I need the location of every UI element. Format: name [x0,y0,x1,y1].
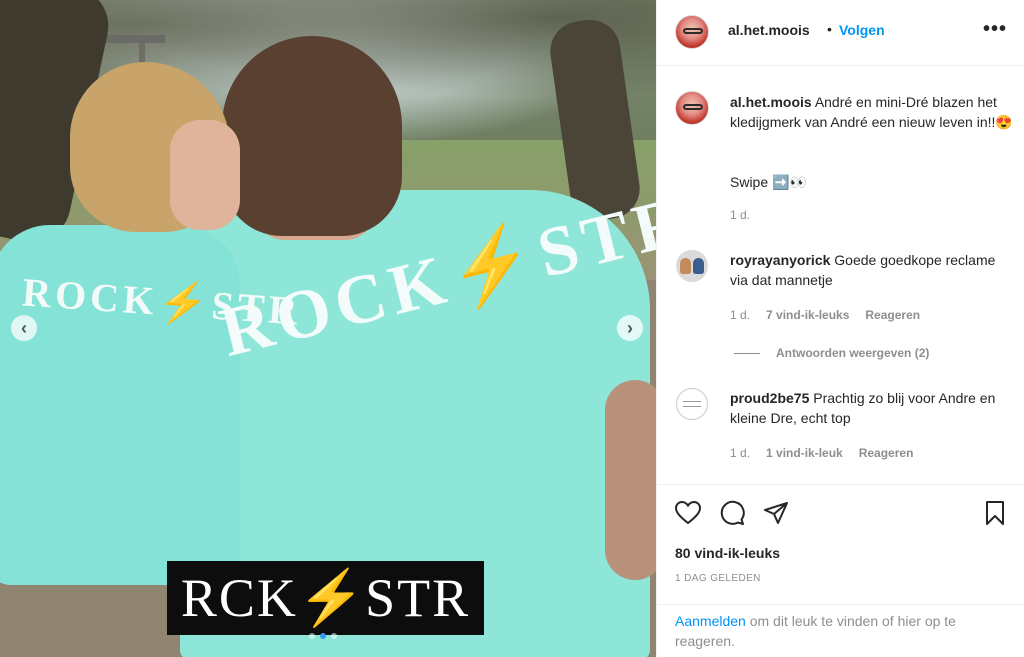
caption-username[interactable]: al.het.moois [730,94,812,110]
commenter-avatar[interactable] [676,250,708,282]
comment-meta: 1 d. 1 vind-ik-leuk Reageren [730,446,913,460]
comment-text: royrayanyorick Goede goedkope reclame vi… [730,250,1015,290]
reply-button[interactable]: Reageren [859,446,914,460]
post-side-panel: al.het.moois • Volgen ••• al.het.moois A… [656,0,1024,657]
comment-meta: 1 d. 7 vind-ik-leuks Reageren [730,308,920,322]
reply-button[interactable]: Reageren [865,308,920,322]
comment-time[interactable]: 1 d. [730,446,750,460]
bookmark-icon[interactable] [981,499,1009,527]
carousel-prev-button[interactable]: ‹ [11,315,37,341]
man-arm [605,380,656,580]
boy-face [170,120,240,230]
login-link[interactable]: Aanmelden [675,613,746,629]
caption-text: al.het.moois André en mini-Dré blazen he… [730,92,1015,132]
brand-logo-right: STR [365,568,471,628]
chevron-right-icon: › [627,317,633,338]
chevron-left-icon: ‹ [21,317,27,338]
replies-line [734,352,760,354]
separator-dot: • [827,21,832,37]
man-hair [222,36,402,236]
comment-icon[interactable] [718,499,746,527]
comment-username[interactable]: royrayanyorick [730,252,830,268]
carousel-indicator [309,633,337,639]
comment-username[interactable]: proud2be75 [730,390,809,406]
likes-count[interactable]: 80 vind-ik-leuks [675,545,780,561]
view-replies-button[interactable]: Antwoorden weergeven (2) [734,346,929,360]
brand-logo-overlay: RCK ⚡ STR [167,561,484,635]
caption-meta: 1 d. [730,208,750,222]
caption-swipe: Swipe ➡️👀 [730,174,807,190]
carousel-dot [331,633,337,639]
post-photo[interactable]: ROCK⚡STR ROCK⚡STR RCK ⚡ STR ‹ › [0,0,656,657]
lightning-bolt-icon: ⚡ [297,567,366,628]
post-timestamp[interactable]: 1 DAG GELEDEN [675,573,761,584]
caption-time[interactable]: 1 d. [730,208,750,222]
author-avatar[interactable] [675,15,709,49]
login-prompt: Aanmelden om dit leuk te vinden of hier … [657,604,1024,657]
view-replies-label: Antwoorden weergeven (2) [776,346,930,360]
more-options-icon[interactable]: ••• [983,18,1007,41]
commenter-avatar[interactable] [676,388,708,420]
share-icon[interactable] [762,499,790,527]
caption-avatar[interactable] [675,91,709,125]
carousel-dot [309,633,315,639]
brand-logo-left: RCK [180,568,298,628]
glasses-icon [683,104,703,110]
follow-button[interactable]: Volgen [839,22,885,38]
carousel-dot [320,633,326,639]
comment-text: proud2be75 Prachtig zo blij voor Andre e… [730,388,1015,428]
carousel-next-button[interactable]: › [617,315,643,341]
heart-icon[interactable] [674,499,702,527]
comment-time[interactable]: 1 d. [730,308,750,322]
comment-likes[interactable]: 1 vind-ik-leuk [766,446,843,460]
glasses-icon [683,28,703,34]
comment-likes[interactable]: 7 vind-ik-leuks [766,308,849,322]
comments-section: al.het.moois André en mini-Dré blazen he… [657,66,1024,484]
post-actions: 80 vind-ik-leuks 1 DAG GELEDEN [657,484,1024,604]
post-header: al.het.moois • Volgen ••• [657,0,1024,66]
author-username[interactable]: al.het.moois [728,22,810,38]
